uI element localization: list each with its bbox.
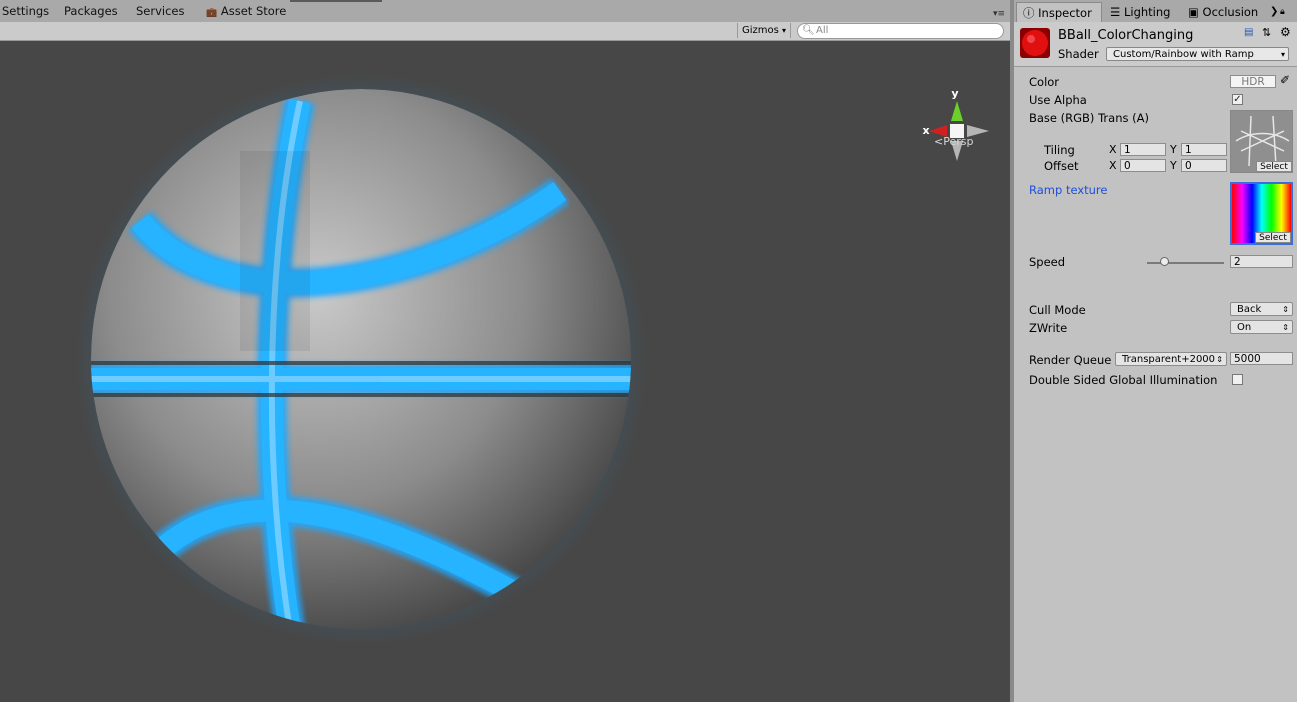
tiling-x-field[interactable]: 1 bbox=[1120, 143, 1166, 156]
base-texture-select-button[interactable]: Select bbox=[1256, 161, 1292, 172]
color-label: Color bbox=[1029, 75, 1060, 89]
persp-label: Persp bbox=[943, 135, 974, 148]
shader-dropdown[interactable]: Custom/Rainbow with Ramp ▾ bbox=[1106, 47, 1289, 61]
ramp-texture-select-button[interactable]: Select bbox=[1255, 232, 1291, 243]
scene-toolbar: Gizmos ▾ 🔍︎ All bbox=[0, 22, 1012, 41]
menu-settings[interactable]: Settings bbox=[2, 4, 49, 18]
scene-view[interactable]: y x <Persp bbox=[0, 41, 1010, 702]
shader-value: Custom/Rainbow with Ramp bbox=[1113, 49, 1254, 60]
offset-x-field[interactable]: 0 bbox=[1120, 159, 1166, 172]
menu-packages[interactable]: Packages bbox=[64, 4, 118, 18]
scene-search-input[interactable]: 🔍︎ All bbox=[797, 23, 1004, 39]
base-texture-label: Base (RGB) Trans (A) bbox=[1029, 111, 1149, 125]
help-icon[interactable]: ▤ bbox=[1244, 27, 1253, 38]
use-alpha-checkbox[interactable]: ✓ bbox=[1232, 94, 1243, 105]
offset-label: Offset bbox=[1044, 159, 1079, 173]
render-queue-dropdown-value: Transparent+2000 bbox=[1122, 354, 1216, 365]
zwrite-label: ZWrite bbox=[1029, 321, 1068, 335]
offset-y-label: Y bbox=[1170, 159, 1177, 172]
speed-label: Speed bbox=[1029, 255, 1066, 269]
cull-mode-value: Back bbox=[1237, 304, 1262, 315]
orientation-gizmo bbox=[929, 101, 989, 161]
chevron-down-icon: ▾ bbox=[1280, 50, 1285, 59]
tab-scroll-right-icon[interactable]: ❯ bbox=[1270, 2, 1278, 22]
tab-occlusion-label: Occlusion bbox=[1202, 5, 1259, 19]
menu-asset-store[interactable]: 💼 Asset Store bbox=[206, 4, 286, 18]
render-queue-dropdown[interactable]: Transparent+2000 ⇕ bbox=[1115, 352, 1227, 366]
lighting-icon: ☰ bbox=[1110, 5, 1121, 19]
info-icon: ⓘ bbox=[1023, 6, 1035, 20]
stepper-arrows-icon: ⇕ bbox=[1282, 323, 1289, 332]
ramp-texture-slot[interactable]: Select bbox=[1230, 182, 1293, 245]
offset-y-field[interactable]: 0 bbox=[1181, 159, 1227, 172]
gizmo-x-label: x bbox=[922, 124, 929, 137]
tiling-y-label: Y bbox=[1170, 143, 1177, 156]
asset-store-label: Asset Store bbox=[220, 4, 287, 18]
zwrite-value: On bbox=[1237, 322, 1252, 333]
color-field[interactable]: HDR bbox=[1230, 75, 1276, 88]
active-tab-indicator bbox=[290, 0, 382, 2]
tiling-y-field[interactable]: 1 bbox=[1181, 143, 1227, 156]
speed-slider-thumb[interactable] bbox=[1159, 257, 1169, 266]
tiling-x-label: X bbox=[1109, 143, 1117, 156]
tiling-label: Tiling bbox=[1044, 143, 1075, 157]
asset-store-icon: 💼 bbox=[206, 8, 218, 18]
eyedropper-icon[interactable]: ✐ bbox=[1280, 73, 1290, 87]
tab-inspector[interactable]: ⓘ Inspector bbox=[1016, 2, 1102, 22]
scene-tab-menu-icon[interactable]: ▾≡ bbox=[993, 9, 1005, 19]
speed-slider-track[interactable] bbox=[1147, 262, 1224, 264]
cull-mode-label: Cull Mode bbox=[1029, 303, 1086, 317]
top-menu-bar: Settings Packages Services 💼 Asset Store bbox=[0, 0, 1012, 22]
gizmos-dropdown[interactable]: Gizmos ▾ bbox=[737, 23, 792, 38]
tab-lighting-label: Lighting bbox=[1123, 5, 1171, 19]
material-header: BBall_ColorChanging Shader Custom/Rainbo… bbox=[1014, 22, 1297, 67]
gizmo-y-label: y bbox=[951, 87, 958, 100]
render-queue-field[interactable]: 5000 bbox=[1230, 352, 1293, 365]
search-icon: 🔍︎ bbox=[802, 25, 815, 36]
render-queue-label: Render Queue bbox=[1029, 353, 1112, 367]
tab-occlusion[interactable]: ▣ Occlusion bbox=[1188, 2, 1270, 22]
dsgi-checkbox[interactable] bbox=[1232, 374, 1243, 385]
gear-icon[interactable]: ⚙ bbox=[1280, 25, 1291, 39]
tab-inspector-label: Inspector bbox=[1038, 6, 1092, 20]
speed-field[interactable]: 2 bbox=[1230, 255, 1293, 268]
zwrite-dropdown[interactable]: On ⇕ bbox=[1230, 320, 1293, 334]
lock-icon[interactable]: 🔒︎ bbox=[1280, 2, 1285, 22]
dsgi-label: Double Sided Global Illumination bbox=[1029, 373, 1218, 387]
shader-label: Shader bbox=[1058, 47, 1099, 61]
persp-arrow-icon: < bbox=[934, 135, 944, 148]
stepper-arrows-icon: ⇕ bbox=[1216, 355, 1223, 364]
base-texture-slot[interactable]: Select bbox=[1230, 110, 1293, 173]
gizmos-label: Gizmos bbox=[742, 25, 779, 36]
tab-lighting[interactable]: ☰ Lighting bbox=[1110, 2, 1170, 22]
stepper-arrows-icon: ⇕ bbox=[1282, 305, 1289, 314]
presets-icon[interactable]: ⇅ bbox=[1262, 26, 1271, 39]
cull-mode-dropdown[interactable]: Back ⇕ bbox=[1230, 302, 1293, 316]
hdr-label: HDR bbox=[1241, 76, 1265, 88]
inspector-tab-bar: ⓘ Inspector ☰ Lighting ▣ Occlusion ❯ 🔒︎ bbox=[1014, 0, 1297, 22]
material-preview-thumbnail bbox=[1020, 28, 1050, 58]
material-name: BBall_ColorChanging bbox=[1058, 28, 1194, 43]
material-properties: Color HDR ✐ Use Alpha ✓ Base (RGB) Trans… bbox=[1014, 67, 1297, 702]
chevron-down-icon: ▾ bbox=[782, 26, 787, 35]
ramp-texture-label: Ramp texture bbox=[1029, 183, 1108, 197]
use-alpha-label: Use Alpha bbox=[1029, 93, 1087, 107]
perspective-toggle[interactable]: <Persp bbox=[934, 135, 973, 148]
scene-render: y x bbox=[76, 74, 989, 644]
menu-services[interactable]: Services bbox=[136, 4, 185, 18]
offset-x-label: X bbox=[1109, 159, 1117, 172]
occlusion-icon: ▣ bbox=[1188, 5, 1199, 19]
search-placeholder: All bbox=[816, 25, 829, 36]
